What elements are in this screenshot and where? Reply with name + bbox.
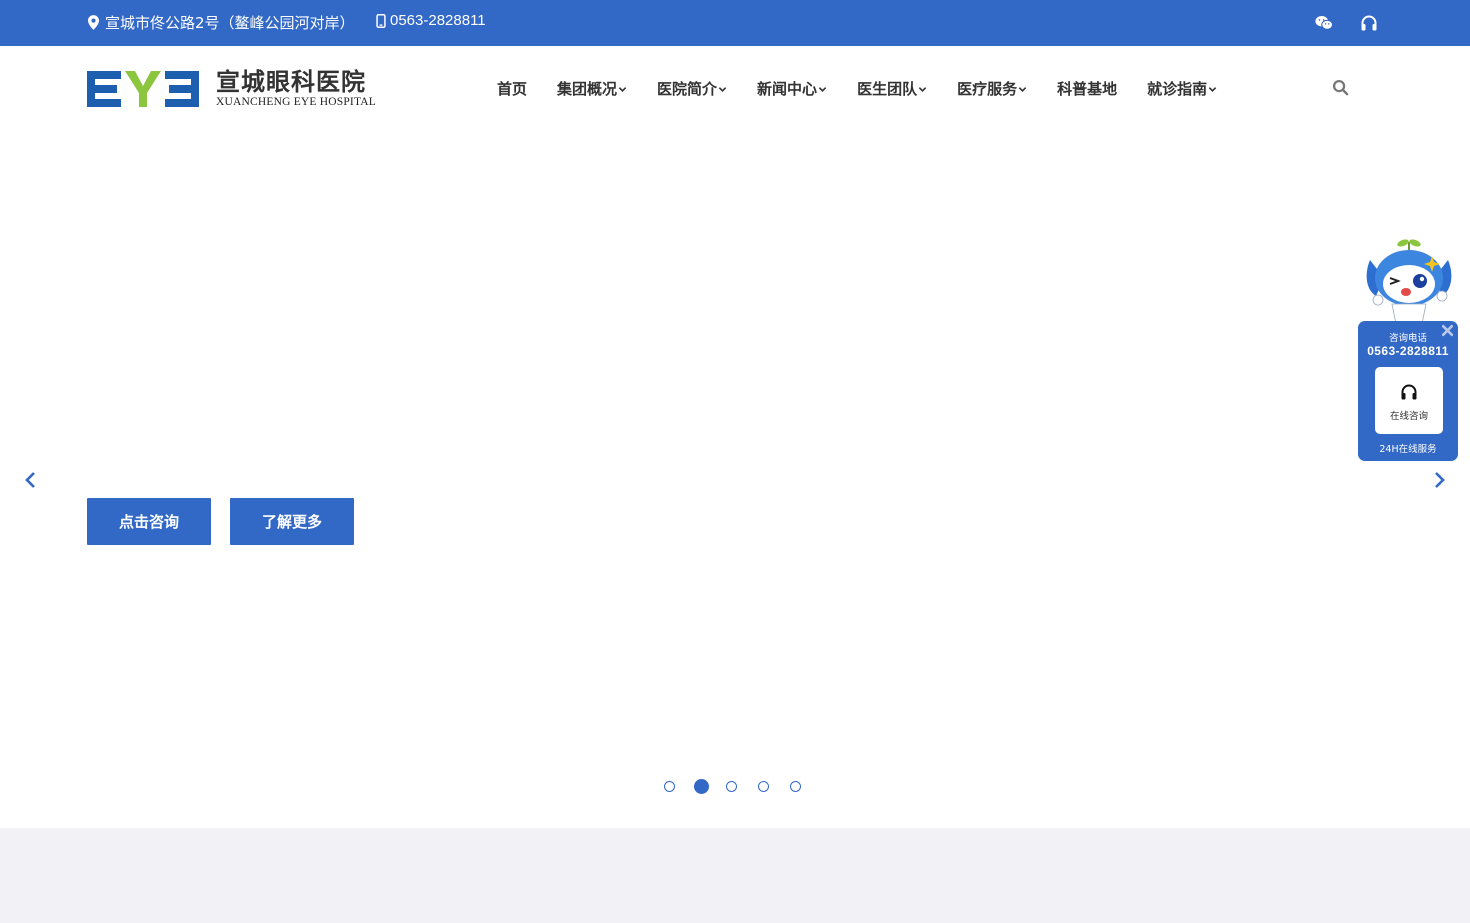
nav-label: 医疗服务 [957,79,1018,98]
main-nav: 首页 集团概况 医院简介 新闻中心 医生团队 医疗服务 科普基地 就诊指南 [497,46,1247,130]
chevron-down-icon [718,86,727,92]
slider-dot-4[interactable] [758,781,769,792]
logo-text: 宣城眼科医院 XUANCHENG EYE HOSPITAL [216,68,376,109]
nav-science-base[interactable]: 科普基地 [1057,78,1117,99]
nav-label: 科普基地 [1057,79,1118,98]
nav-hospital-intro[interactable]: 医院简介 [657,78,727,99]
top-bar: 宣城市佟公路2号（鳌峰公园河对岸） 0563-2828811 [0,0,1470,46]
nav-visit-guide[interactable]: 就诊指南 [1147,78,1217,99]
address: 宣城市佟公路2号（鳌峰公园河对岸） [88,12,355,33]
consult-button[interactable]: 点击咨询 [87,498,211,545]
slider-pagination [664,779,822,794]
top-phone[interactable]: 0563-2828811 [376,12,486,29]
chevron-down-icon [1208,86,1217,92]
nav-label: 就诊指南 [1147,79,1208,98]
service-hours-label: 24H在线服务 [1379,444,1437,455]
nav-home[interactable]: 首页 [497,78,527,99]
site-header: 宣城眼科医院 XUANCHENG EYE HOSPITAL 首页 集团概况 医院… [0,46,1470,130]
nav-label: 首页 [497,79,528,98]
nav-doctors[interactable]: 医生团队 [857,78,927,99]
location-icon [88,15,99,30]
slider-dot-3[interactable] [726,781,737,792]
learn-more-button[interactable]: 了解更多 [230,498,354,545]
chevron-down-icon [618,86,627,92]
chevron-left-icon[interactable] [24,470,38,490]
eye-logo-mark [87,70,199,107]
nav-medical-services[interactable]: 医疗服务 [957,78,1027,99]
site-logo[interactable]: 宣城眼科医院 XUANCHENG EYE HOSPITAL [87,68,376,109]
slider-dot-1[interactable] [664,781,675,792]
chevron-right-icon[interactable] [1432,470,1446,490]
mobile-icon [376,13,386,28]
slider-dot-2[interactable] [694,779,709,794]
float-phone-label: 咨询电话 [1388,333,1427,344]
slider-dot-5[interactable] [790,781,801,792]
nav-label: 医院简介 [657,79,718,98]
chevron-down-icon [818,86,827,92]
nav-news[interactable]: 新闻中心 [757,78,827,99]
headphones-icon [1401,384,1417,400]
online-consult-label: 在线咨询 [1389,411,1428,422]
online-consult-button[interactable]: 在线咨询 [1375,367,1443,434]
wechat-icon[interactable] [1315,14,1333,32]
chevron-down-icon [1018,86,1027,92]
top-phone-text: 0563-2828811 [390,12,486,29]
nav-label: 医生团队 [857,79,918,98]
chevron-down-icon [918,86,927,92]
hero-slider: 点击咨询 了解更多 [0,130,1470,828]
logo-chinese-name: 宣城眼科医院 [216,67,366,96]
consult-float-widget: 咨询电话 0563-2828811 在线咨询 24H在线服务 [1358,321,1458,461]
nav-label: 新闻中心 [757,79,818,98]
logo-english-name: XUANCHENG EYE HOSPITAL [216,96,376,108]
address-text: 宣城市佟公路2号（鳌峰公园河对岸） [105,14,355,32]
nav-group-overview[interactable]: 集团概况 [557,78,627,99]
mascot-icon [1366,239,1452,324]
float-phone-number[interactable]: 0563-2828811 [1358,344,1458,358]
headphones-icon[interactable] [1360,14,1378,32]
search-icon[interactable] [1332,79,1349,96]
nav-label: 集团概况 [557,79,618,98]
